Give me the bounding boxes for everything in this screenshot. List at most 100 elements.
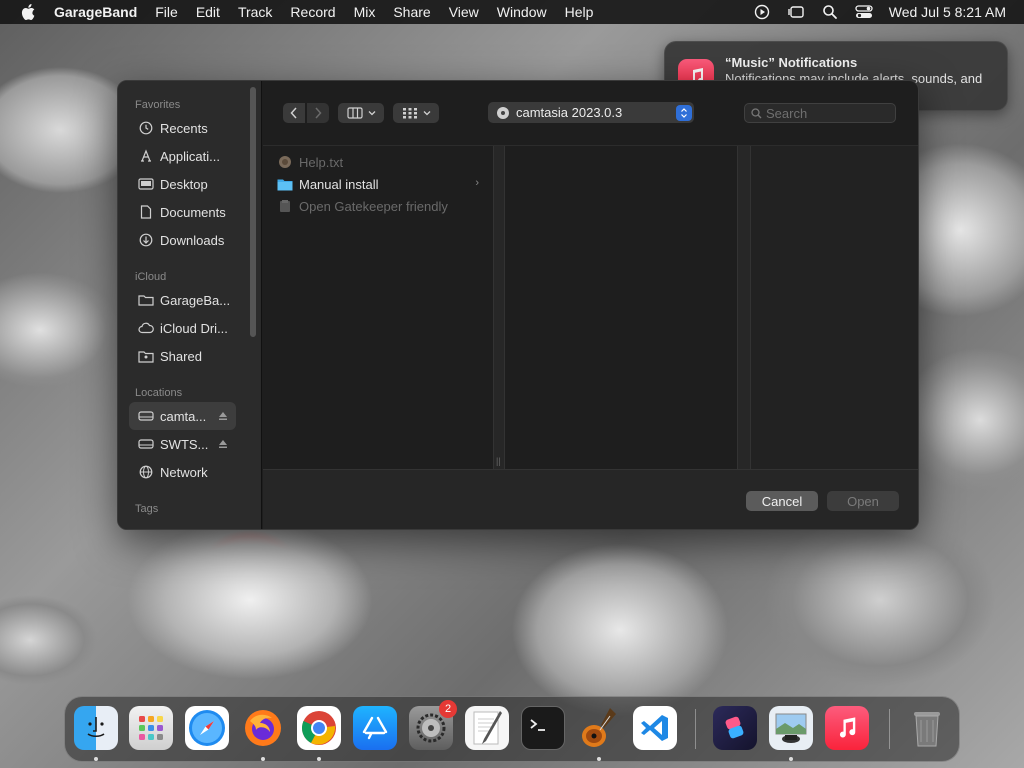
eject-icon[interactable] bbox=[218, 437, 228, 452]
menu-help[interactable]: Help bbox=[556, 0, 603, 24]
chevron-down-icon bbox=[423, 111, 430, 116]
running-indicator bbox=[94, 757, 98, 761]
safari-icon[interactable] bbox=[185, 706, 229, 750]
sidebar-item-label: SWTS... bbox=[160, 436, 209, 452]
sidebar-item-recents[interactable]: Recents bbox=[129, 114, 236, 142]
menu-edit[interactable]: Edit bbox=[187, 0, 229, 24]
sidebar-item-shared[interactable]: Shared bbox=[129, 342, 236, 370]
menu-mix[interactable]: Mix bbox=[345, 0, 385, 24]
preview-icon[interactable] bbox=[769, 706, 813, 750]
dock: 2 bbox=[64, 696, 960, 762]
sidebar-item-label: Documents bbox=[160, 204, 226, 220]
chevron-left-icon bbox=[290, 107, 297, 119]
folder-icon bbox=[277, 176, 293, 192]
menu-track[interactable]: Track bbox=[229, 0, 281, 24]
search-input[interactable] bbox=[766, 105, 886, 121]
sidebar-section-locations: Locations bbox=[135, 387, 183, 399]
shortcuts-icon[interactable] bbox=[713, 706, 757, 750]
menu-view[interactable]: View bbox=[440, 0, 488, 24]
vscode-icon[interactable] bbox=[633, 706, 677, 750]
garageband-icon[interactable] bbox=[577, 706, 621, 750]
finder-icon[interactable] bbox=[74, 706, 118, 750]
sidebar-item-label: Network bbox=[160, 464, 208, 480]
location-label: camtasia 2023.0.3 bbox=[516, 105, 623, 120]
spotlight-search-icon[interactable] bbox=[821, 3, 839, 21]
globe-icon bbox=[137, 463, 155, 481]
sidebar-item-desktop[interactable]: Desktop bbox=[129, 170, 236, 198]
sidebar-item-camtasia-volume[interactable]: camta... bbox=[129, 402, 236, 430]
chevron-updown-icon bbox=[676, 105, 692, 121]
cancel-button[interactable]: Cancel bbox=[746, 491, 818, 511]
sidebar-item-label: Desktop bbox=[160, 176, 208, 192]
view-mode-button[interactable] bbox=[338, 103, 384, 123]
sidebar-item-swts-volume[interactable]: SWTS... bbox=[129, 430, 236, 458]
running-indicator bbox=[261, 757, 265, 761]
chrome-icon[interactable] bbox=[297, 706, 341, 750]
file-row-manual-install[interactable]: Manual install › bbox=[277, 173, 479, 195]
running-indicator bbox=[789, 757, 793, 761]
sidebar-item-network[interactable]: Network bbox=[129, 458, 236, 486]
disk-icon bbox=[137, 435, 155, 453]
app-store-icon[interactable] bbox=[353, 706, 397, 750]
column-resize-handle[interactable]: || bbox=[493, 146, 505, 469]
textedit-icon[interactable] bbox=[465, 706, 509, 750]
trash-icon[interactable] bbox=[905, 706, 949, 750]
system-settings-icon[interactable]: 2 bbox=[409, 700, 457, 750]
open-button[interactable]: Open bbox=[827, 491, 899, 511]
desktop-icon bbox=[137, 175, 155, 193]
search-field[interactable] bbox=[744, 103, 896, 123]
file-row-open-gatekeeper[interactable]: Open Gatekeeper friendly bbox=[277, 195, 479, 217]
menu-app-name[interactable]: GarageBand bbox=[52, 0, 146, 24]
menu-window[interactable]: Window bbox=[488, 0, 556, 24]
sidebar-item-label: Applicati... bbox=[160, 148, 220, 164]
columns-view-icon bbox=[346, 107, 363, 119]
menu-clock[interactable]: Wed Jul 5 8:21 AM bbox=[889, 4, 1006, 20]
sidebar-section-tags: Tags bbox=[135, 503, 159, 515]
sidebar-item-downloads[interactable]: Downloads bbox=[129, 226, 236, 254]
firefox-icon[interactable] bbox=[241, 706, 285, 750]
nav-buttons bbox=[283, 103, 329, 123]
apple-menu-icon[interactable] bbox=[18, 0, 38, 24]
terminal-icon[interactable] bbox=[521, 706, 565, 750]
sidebar-item-garageband-folder[interactable]: GarageBa... bbox=[129, 286, 236, 314]
menu-record[interactable]: Record bbox=[281, 0, 344, 24]
disk-image-icon bbox=[497, 106, 509, 119]
eject-icon[interactable] bbox=[218, 409, 228, 424]
dialog-toolbar: camtasia 2023.0.3 bbox=[263, 81, 918, 141]
notification-title: “Music” Notifications bbox=[725, 55, 858, 70]
launchpad-icon[interactable] bbox=[129, 706, 173, 750]
sidebar-item-label: GarageBa... bbox=[160, 292, 231, 308]
dialog-footer: Cancel Open bbox=[263, 469, 918, 529]
music-icon[interactable] bbox=[825, 706, 869, 750]
sidebar-item-label: iCloud Dri... bbox=[160, 320, 228, 336]
sidebar-section-favorites: Favorites bbox=[135, 99, 181, 111]
search-icon bbox=[751, 107, 762, 118]
menu-share[interactable]: Share bbox=[384, 0, 439, 24]
text-file-icon bbox=[277, 154, 293, 170]
dock-separator bbox=[889, 709, 890, 749]
chevron-right-icon: › bbox=[475, 177, 479, 189]
menu-file[interactable]: File bbox=[146, 0, 187, 24]
sidebar-item-documents[interactable]: Documents bbox=[129, 198, 236, 226]
back-button[interactable] bbox=[283, 103, 305, 123]
control-center-icon[interactable] bbox=[855, 3, 873, 21]
browser-column-2 bbox=[505, 146, 737, 469]
app-file-icon bbox=[277, 198, 293, 214]
forward-button[interactable] bbox=[307, 103, 329, 123]
sidebar-scrollbar[interactable] bbox=[250, 87, 256, 337]
column-resize-handle[interactable] bbox=[737, 146, 751, 469]
location-popup[interactable]: camtasia 2023.0.3 bbox=[488, 102, 694, 123]
now-playing-icon[interactable] bbox=[753, 3, 771, 21]
shared-folder-icon bbox=[137, 347, 155, 365]
cloud-icon bbox=[137, 319, 155, 337]
file-browser: Help.txt Manual install › Open Gatekeepe… bbox=[263, 145, 918, 469]
notification-badge: 2 bbox=[439, 700, 457, 718]
dock-separator bbox=[695, 709, 696, 749]
sidebar-section-icloud: iCloud bbox=[135, 271, 167, 283]
chevron-down-icon bbox=[368, 111, 375, 116]
group-button[interactable] bbox=[393, 103, 439, 123]
sidebar-item-applications[interactable]: Applicati... bbox=[129, 142, 236, 170]
stage-manager-icon[interactable] bbox=[787, 3, 805, 21]
file-row-help-txt[interactable]: Help.txt bbox=[277, 151, 479, 173]
sidebar-item-icloud-drive[interactable]: iCloud Dri... bbox=[129, 314, 236, 342]
